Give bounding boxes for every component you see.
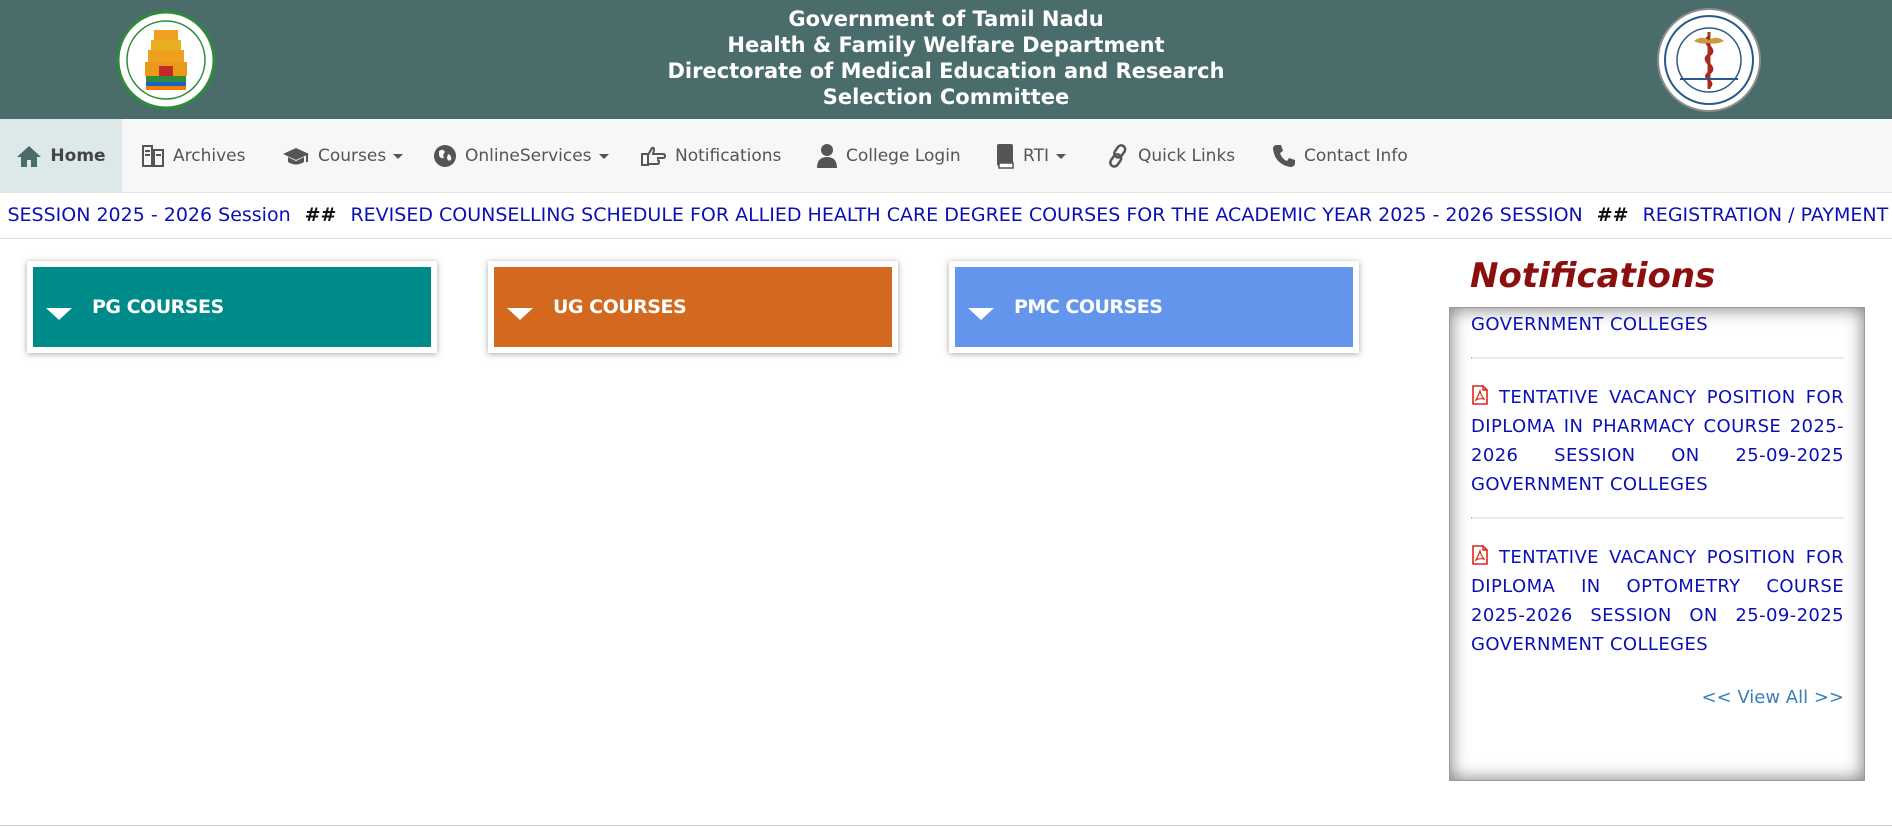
phone-icon (1273, 144, 1295, 167)
caret-down-icon (46, 308, 72, 320)
link-icon (1109, 143, 1127, 168)
nav-archives-label: Archives (173, 145, 246, 166)
header-title-line-2: Health & Family Welfare Department (727, 33, 1165, 57)
chevron-down-icon (393, 154, 404, 159)
globe-icon (434, 144, 456, 167)
page-bottom-divider (0, 825, 1892, 826)
ug-courses-button[interactable]: UG COURSES (494, 267, 892, 347)
home-icon (17, 145, 42, 167)
ug-courses-label: UG COURSES (553, 296, 687, 318)
notification-text[interactable]: TENTATIVE VACANCY POSITION FOR DIPLOMA I… (1471, 387, 1844, 495)
header-title-line-3: Directorate of Medical Education and Res… (667, 59, 1225, 83)
nav-college-login[interactable]: College Login (816, 119, 961, 192)
nav-home-label: Home (50, 145, 106, 166)
nav-contact-info-label: Contact Info (1304, 145, 1408, 166)
pmc-courses-label: PMC COURSES (1014, 296, 1163, 318)
nav-archives[interactable]: Archives (141, 119, 245, 192)
view-all-link[interactable]: << View All >> (1701, 687, 1844, 708)
nav-quick-links-label: Quick Links (1138, 145, 1236, 166)
ticker-segment[interactable]: REVISED COUNSELLING SCHEDULE FOR ALLIED … (350, 204, 1582, 226)
hand-point-icon (641, 146, 667, 166)
nav-notifications[interactable]: Notifications (639, 119, 781, 192)
nav-onlineservices[interactable]: OnlineServices (433, 119, 609, 192)
header-title-line-4: Selection Committee (822, 85, 1070, 109)
nav-notifications-label: Notifications (675, 145, 782, 166)
pg-courses-card: PG COURSES (27, 261, 437, 353)
notification-text[interactable]: TENTATIVE VACANCY POSITION FOR DIPLOMA I… (1471, 547, 1844, 655)
pg-courses-label: PG COURSES (92, 296, 224, 318)
ug-courses-card: UG COURSES (488, 261, 898, 353)
nav-contact-info[interactable]: Contact Info (1272, 119, 1408, 192)
user-icon (817, 143, 837, 168)
main-nav: Home Archives Courses OnlineServices Not… (0, 119, 1892, 193)
graduation-cap-icon (283, 147, 309, 164)
pmc-courses-button[interactable]: PMC COURSES (955, 267, 1353, 347)
nav-home[interactable]: Home (0, 119, 122, 192)
nav-rti[interactable]: RTI (995, 119, 1066, 192)
nav-quick-links[interactable]: Quick Links (1106, 119, 1235, 192)
site-header: Government of Tamil Nadu Health & Family… (0, 0, 1892, 119)
header-title-line-1: Government of Tamil Nadu (788, 7, 1104, 31)
book-icon (997, 143, 1014, 169)
notifications-list: GOVERNMENT COLLEGES TENTATIVE VACANCY PO… (1471, 308, 1844, 659)
nav-courses[interactable]: Courses (282, 119, 404, 192)
chevron-down-icon (1055, 154, 1066, 159)
ticker-text[interactable]: ) SESSION 2025 - 2026 Session ## REVISED C… (0, 204, 1892, 226)
archive-icon (142, 144, 164, 167)
pdf-icon (1472, 385, 1488, 405)
pdf-icon (1472, 545, 1488, 565)
medical-selection-seal-logo[interactable] (1656, 7, 1762, 113)
notifications-heading: Notifications (1470, 256, 1716, 296)
ticker-separator: ## (1596, 204, 1629, 226)
notification-item[interactable]: TENTATIVE VACANCY POSITION FOR DIPLOMA I… (1471, 519, 1844, 659)
caret-down-icon (507, 308, 533, 320)
chevron-down-icon (598, 154, 609, 159)
nav-college-login-label: College Login (846, 145, 961, 166)
notifications-panel[interactable]: GOVERNMENT COLLEGES TENTATIVE VACANCY PO… (1449, 307, 1865, 781)
nav-onlineservices-label: OnlineServices (465, 145, 592, 166)
pg-courses-button[interactable]: PG COURSES (33, 267, 431, 347)
notification-item[interactable]: TENTATIVE VACANCY POSITION FOR DIPLOMA I… (1471, 359, 1844, 517)
notification-text[interactable]: GOVERNMENT COLLEGES (1471, 314, 1708, 335)
news-ticker[interactable]: ) SESSION 2025 - 2026 Session ## REVISED C… (0, 193, 1892, 239)
ticker-segment[interactable]: REGISTRATION / PAYMENT TIME EXTE (1643, 204, 1892, 226)
nav-rti-label: RTI (1023, 145, 1049, 166)
ticker-segment[interactable]: ) SESSION 2025 - 2026 Session (0, 204, 291, 226)
nav-courses-label: Courses (318, 145, 387, 166)
notification-item[interactable]: GOVERNMENT COLLEGES (1471, 308, 1844, 357)
caret-down-icon (968, 308, 994, 320)
ticker-separator: ## (304, 204, 337, 226)
pmc-courses-card: PMC COURSES (949, 261, 1359, 353)
